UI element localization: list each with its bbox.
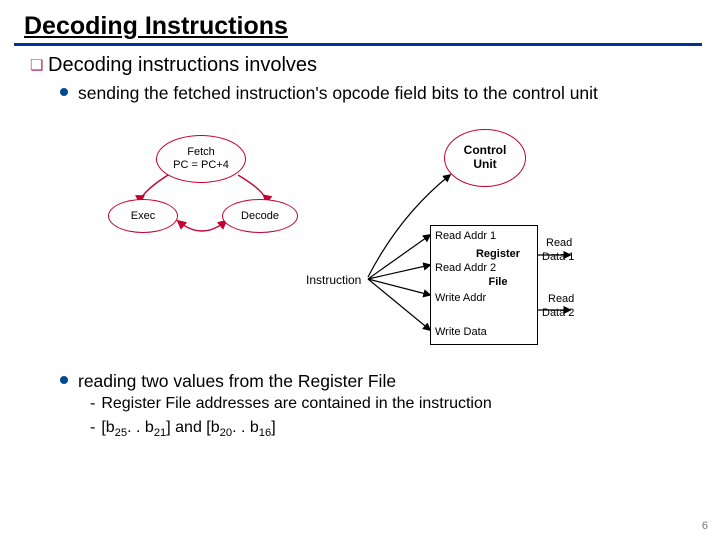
rf-title-file: File [431,276,537,288]
control-label-1: Control [464,144,507,158]
rf-read-addr-2: Read Addr 2 [435,262,496,274]
sub-bullet-1: sending the fetched instruction's opcode… [60,83,620,105]
rf-read-addr-1: Read Addr 1 [435,230,496,242]
slide-title: Decoding Instructions [0,0,720,41]
instruction-label: Instruction [306,273,361,287]
rf-title-register: Register [431,248,537,260]
register-file-box: Read Addr 1 Read Addr 2 Write Addr Write… [430,225,538,345]
bit-16: 16 [259,427,271,439]
t: ] [271,419,275,436]
fetch-label-2: PC = PC+4 [173,159,229,172]
fetch-label-1: Fetch [173,146,229,159]
subsub-bullet-2: -[b25. . b21] and [b20. . b16] [90,416,702,442]
decode-node: Decode [222,199,298,233]
sub-bullet-2: reading two values from the Register Fil… [60,371,702,392]
t: . . b [127,419,154,436]
subsub-1-text: Register File addresses are contained in… [101,395,491,412]
q-bullet-icon: ❏ [30,56,48,74]
slide-content: ❏Decoding instructions involves sending … [0,52,720,442]
t: [b [101,419,114,436]
exec-node: Exec [108,199,178,233]
control-unit-node: Control Unit [444,129,526,187]
t: ] and [b [166,419,219,436]
rf-read-data1-b: Data 1 [542,251,574,263]
main-bullet-line: ❏Decoding instructions involves [30,54,702,77]
dot-bullet-icon [60,376,68,384]
rf-read-data2-a: Read [548,293,574,305]
dash-bullet-icon: - [90,419,95,436]
main-bullet-text: Decoding instructions involves [48,54,317,76]
dash-bullet-icon: - [90,395,95,412]
rf-title-file-text: File [461,276,508,288]
fetch-node: Fetch PC = PC+4 [156,135,246,183]
decode-diagram: Fetch PC = PC+4 Exec Decode Control Unit… [70,115,710,365]
control-label-2: Unit [464,158,507,172]
rf-read-data1-a: Read [546,237,572,249]
rf-write-data: Write Data [435,326,487,338]
decode-label: Decode [241,210,279,223]
rf-write-addr: Write Addr [435,292,486,304]
bits-expr: [b25. . b21] and [b20. . b16] [101,419,275,436]
page-number: 6 [702,520,708,532]
rf-read-data2-b: Data 2 [542,307,574,319]
bit-20: 20 [220,427,232,439]
title-rule [14,43,702,46]
subsub-bullet-1: -Register File addresses are contained i… [90,392,702,416]
t: . . b [232,419,259,436]
bit-25: 25 [115,427,127,439]
dot-bullet-icon [60,88,68,96]
exec-label: Exec [131,210,155,223]
bit-21: 21 [154,427,166,439]
sub-bullet-2-text: reading two values from the Register Fil… [78,371,396,391]
sub-bullet-1-text: sending the fetched instruction's opcode… [78,83,598,103]
rf-title-register-text: Register [448,248,520,260]
